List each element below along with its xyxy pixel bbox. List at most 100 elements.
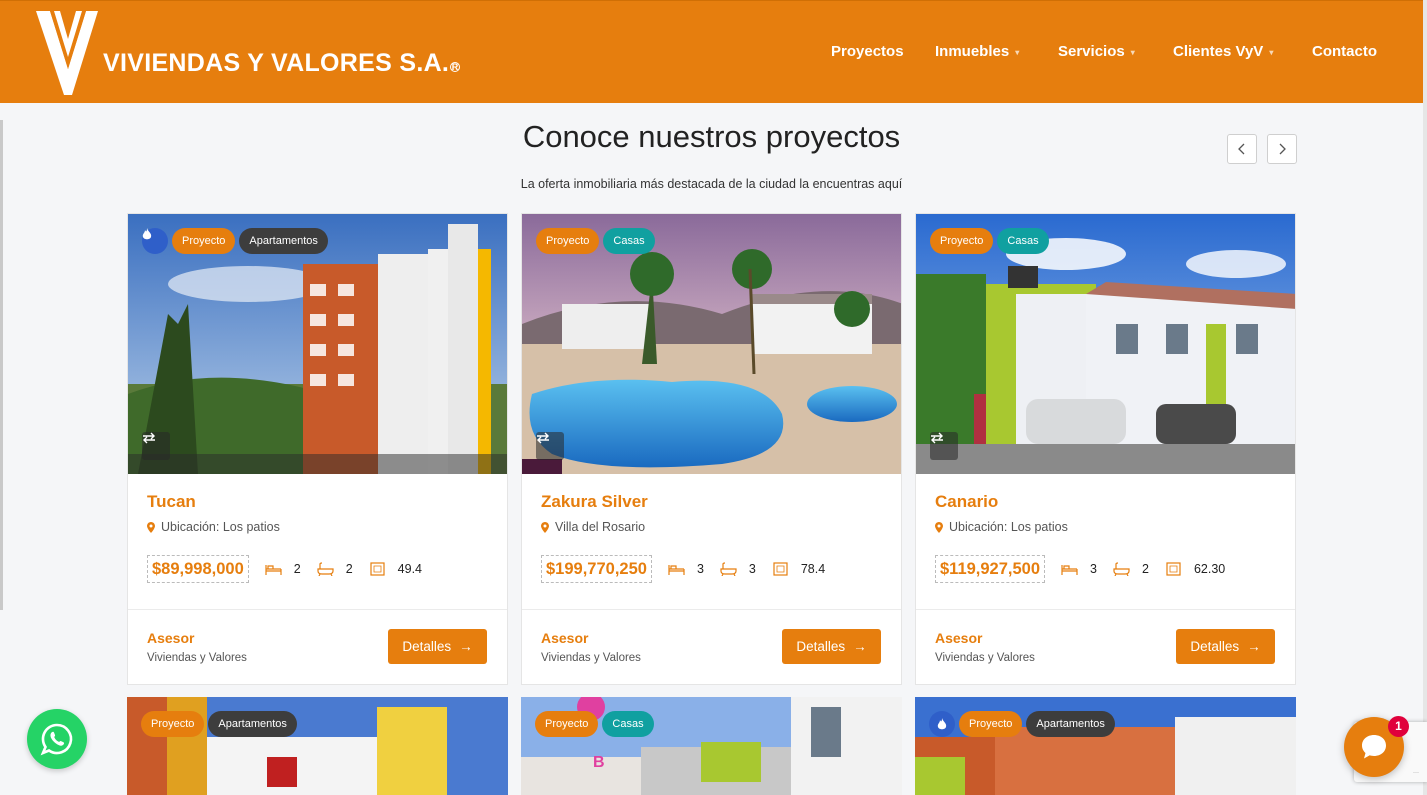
nav-proyectos[interactable]: Proyectos [831,43,904,60]
chevron-right-icon [1279,143,1286,155]
property-title[interactable]: Tucan [147,492,196,512]
details-button[interactable]: Detalles → [1176,629,1275,664]
tag-group: Proyecto Apartamentos [142,228,328,254]
tag-group: Proyecto Casas [930,228,1049,254]
property-location: Ubicación: Los patios [147,520,280,534]
chat-unread-badge: 1 [1388,716,1409,737]
asesor-name[interactable]: Viviendas y Valores [147,652,247,664]
asesor-label: Asesor [541,630,589,646]
compare-button[interactable] [142,432,170,460]
property-image[interactable]: Proyecto Casas [522,214,901,474]
arrow-right-icon: → [1247,639,1261,654]
hot-badge [142,228,168,254]
property-price: $199,770,250 [541,555,652,583]
property-card[interactable]: Proyecto Apartamentos [127,697,508,795]
property-features: 3 2 62.30 [1057,562,1235,576]
beds-count: 3 [1090,562,1097,576]
tag-group: Proyecto Casas [536,228,655,254]
chevron-down-icon: ▾ [1269,48,1274,57]
property-title[interactable]: Zakura Silver [541,492,648,512]
tag-type[interactable]: Casas [603,228,655,254]
property-price: $119,927,500 [935,555,1046,583]
tag-group: Proyecto Casas [535,711,654,737]
property-image[interactable]: Proyecto Apartamentos [128,214,507,474]
tag-group: Proyecto Apartamentos [929,711,1115,737]
asesor-name[interactable]: Viviendas y Valores [935,652,1035,664]
baths-count: 3 [748,562,756,576]
recaptcha-terms-icon: ··· [1413,770,1419,776]
hot-badge [929,711,955,737]
flame-icon [142,228,152,240]
property-location: Ubicación: Los patios [935,520,1068,534]
card-body: Zakura Silver Villa del Rosario $199,770… [522,474,901,610]
property-card[interactable]: Proyecto Apartamentos [915,697,1296,795]
chevron-down-icon: ▾ [1130,48,1135,57]
price-row: $89,998,000 2 2 49.4 [147,555,432,583]
side-panel-edge [0,120,3,610]
arrow-right-icon: → [853,639,867,654]
compare-button[interactable] [930,432,958,460]
compare-arrows-icon [537,432,549,444]
tag-type[interactable]: Apartamentos [208,711,297,737]
bed-icon [668,565,685,575]
nav-inmuebles[interactable]: Inmuebles ▾ [935,43,1019,60]
bed-icon [265,565,282,575]
main-nav: Proyectos Inmuebles ▾ Servicios ▾ Clientes… [0,43,1423,63]
map-pin-icon [541,521,549,533]
nav-contacto[interactable]: Contacto [1312,43,1377,60]
property-location: Villa del Rosario [541,520,645,534]
nav-servicios[interactable]: Servicios ▾ [1058,43,1135,60]
property-features: 3 3 78.4 [664,562,835,576]
nav-clientes[interactable]: Clientes VyV ▾ [1173,43,1273,60]
tag-type[interactable]: Casas [997,228,1049,254]
compare-arrows-icon [143,432,155,444]
beds-count: 2 [293,562,301,576]
card-footer: Asesor Viviendas y Valores Detalles → [916,610,1295,684]
compare-arrows-icon [931,432,943,444]
whatsapp-button[interactable] [27,709,87,769]
compare-button[interactable] [536,432,564,460]
area-value: 62.30 [1193,562,1226,576]
area-icon [370,562,385,576]
registered-mark: R [450,62,461,72]
carousel-prev-button[interactable] [1227,134,1257,164]
tag-status[interactable]: Proyecto [535,711,599,737]
site-header: VIVIENDAS Y VALORES S.A. R Proyectos Inmu… [0,0,1423,103]
asesor-name[interactable]: Viviendas y Valores [541,652,641,664]
map-pin-icon [935,521,943,533]
map-pin-icon [147,521,155,533]
area-value: 78.4 [800,562,826,576]
scrollbar[interactable] [1423,0,1427,795]
tag-status[interactable]: Proyecto [959,711,1023,737]
property-card[interactable]: B Proyecto Casas [521,697,902,795]
tag-status[interactable]: Proyecto [536,228,600,254]
details-button[interactable]: Detalles → [388,629,487,664]
bath-icon [1113,562,1130,576]
chevron-down-icon: ▾ [1015,48,1020,57]
carousel-next-button[interactable] [1267,134,1297,164]
property-card[interactable]: Proyecto Casas Zakura Silver Villa del R… [521,213,902,685]
card-footer: Asesor Viviendas y Valores Detalles → [522,610,901,684]
area-icon [1166,562,1181,576]
bath-icon [720,562,737,576]
card-body: Canario Ubicación: Los patios $119,927,5… [916,474,1295,610]
property-card[interactable]: Proyecto Apartamentos Tucan Ubicación: L… [127,213,508,685]
property-title[interactable]: Canario [935,492,998,512]
property-card[interactable]: Proyecto Casas Canario Ubicación: Los pa… [915,213,1296,685]
tag-type[interactable]: Apartamentos [1026,711,1115,737]
details-button[interactable]: Detalles → [782,629,881,664]
arrow-right-icon: → [459,639,473,654]
card-footer: Asesor Viviendas y Valores Detalles → [128,610,507,684]
chevron-left-icon [1238,143,1245,155]
tag-status[interactable]: Proyecto [930,228,994,254]
tag-status[interactable]: Proyecto [172,228,236,254]
flame-icon [937,717,947,729]
tag-status[interactable]: Proyecto [141,711,205,737]
tag-type[interactable]: Casas [602,711,654,737]
whatsapp-icon [40,723,73,756]
area-icon [773,562,788,576]
tag-type[interactable]: Apartamentos [239,228,328,254]
property-image[interactable]: Proyecto Casas [916,214,1295,474]
bed-icon [1061,565,1078,575]
property-price: $89,998,000 [147,555,249,583]
